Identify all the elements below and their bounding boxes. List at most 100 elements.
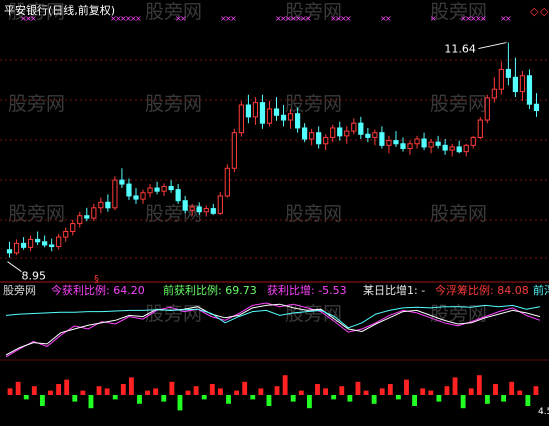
histogram-bar: [177, 395, 183, 411]
histogram-bar: [185, 390, 191, 395]
histogram-bar: [452, 377, 458, 395]
chart-canvas: 股旁网 股旁网 股旁网 股旁网股旁网 股旁网 股旁网 股旁网股旁网 股旁网 股旁网 股旁网股旁网股…: [0, 1, 549, 417]
histogram-series: 4.5: [7, 375, 549, 417]
histogram-bar: [145, 390, 151, 395]
candle-body: [140, 192, 146, 200]
candle-body: [203, 208, 209, 213]
candle-body: [196, 206, 202, 213]
histogram-bar: [112, 395, 118, 400]
histogram-bar: [23, 395, 29, 400]
histogram-bar: [371, 395, 377, 404]
candle-body: [379, 132, 385, 146]
histogram-bar: [258, 388, 264, 395]
legend-entry: 今获利比例: 64.20: [51, 283, 145, 297]
histogram-bar: [436, 395, 442, 402]
histogram-bar: [72, 395, 78, 402]
histogram-bar: [169, 381, 175, 395]
candle-body: [309, 132, 315, 140]
candle-body: [477, 119, 483, 138]
histogram-bar: [395, 395, 401, 400]
histogram-bar: [404, 379, 409, 395]
histogram-bar: [96, 386, 102, 395]
histogram-bar: [517, 390, 523, 395]
candle-body: [407, 143, 413, 150]
candle-body: [252, 102, 259, 118]
histogram-bar: [56, 384, 62, 395]
histogram-bar: [209, 384, 215, 395]
watermark-text: 股旁网: [285, 203, 342, 225]
candle-body: [491, 88, 497, 99]
histogram-bar: [104, 388, 110, 395]
candle-body: [330, 127, 336, 138]
candle-body: [463, 144, 469, 153]
chart-title: 平安银行(日线,前复权): [4, 3, 115, 17]
candle-body: [231, 132, 237, 169]
candle-body: [287, 113, 294, 121]
histogram-bar: [153, 388, 159, 395]
legend-entry: 今浮筹比例: 84.08: [435, 283, 529, 297]
candlestick-series: [6, 42, 540, 258]
histogram-bar: [323, 388, 329, 395]
low-price-pointer: [7, 261, 22, 273]
histogram-bar: [64, 379, 70, 395]
candle-body: [400, 143, 406, 150]
histogram-bar: [31, 386, 37, 395]
candle-body: [323, 136, 329, 145]
candle-body: [154, 187, 160, 192]
watermark-text: 股旁网: [430, 203, 487, 225]
candle-body: [273, 108, 280, 116]
watermark-text: 股旁网: [145, 1, 202, 23]
candle-body: [70, 223, 76, 233]
candle-body: [56, 236, 62, 248]
signal-marker: ×: [305, 14, 312, 23]
candle-body: [435, 141, 441, 146]
candle-body: [442, 144, 448, 151]
candle-body: [84, 215, 90, 219]
histogram-tick-label: 4.5: [538, 407, 549, 417]
histogram-bar: [88, 395, 94, 409]
histogram-bar: [468, 388, 474, 395]
candle-body: [49, 244, 55, 248]
candle-body: [470, 136, 476, 146]
histogram-bar: [484, 395, 490, 404]
legend-entry: 前获利比例: 69.73: [163, 283, 257, 297]
watermark-text: 股旁网: [285, 303, 342, 325]
histogram-bar: [274, 386, 280, 395]
histogram-bar: [7, 388, 13, 395]
candle-body: [428, 141, 434, 148]
histogram-bar: [460, 395, 466, 409]
candle-body: [421, 138, 427, 148]
candle-body: [133, 195, 139, 200]
candle-body: [484, 97, 490, 121]
histogram-bar: [15, 381, 21, 395]
diamond-icon-2[interactable]: ◇: [540, 5, 549, 18]
candle-body: [365, 133, 371, 138]
candle-body: [182, 200, 188, 211]
histogram-bar: [315, 384, 320, 395]
candle-body: [498, 68, 504, 90]
candle-body: [175, 189, 181, 202]
candle-body: [294, 113, 301, 129]
price-grid: [0, 59, 549, 259]
histogram-bar: [363, 390, 369, 395]
watermark-text: 股旁网: [8, 203, 65, 225]
candle-body: [168, 185, 174, 191]
histogram-bar: [242, 381, 248, 395]
diamond-icon[interactable]: ◇: [530, 5, 539, 18]
signal-marker: ×: [480, 14, 487, 23]
histogram-bar: [355, 381, 361, 395]
histogram-bar: [339, 386, 345, 395]
histogram-bar: [493, 384, 498, 395]
histogram-bar: [387, 384, 393, 395]
candle-body: [526, 75, 533, 105]
histogram-bar: [128, 377, 134, 395]
watermark-text: 股旁网: [145, 303, 202, 325]
watermark-text: 股旁网: [430, 93, 487, 115]
histogram-bar: [290, 395, 296, 402]
candle-body: [42, 241, 48, 246]
candle-body: [449, 146, 455, 151]
candle-body: [112, 179, 118, 209]
candle-body: [77, 215, 83, 225]
candle-body: [456, 146, 462, 153]
candle-body: [147, 187, 153, 194]
